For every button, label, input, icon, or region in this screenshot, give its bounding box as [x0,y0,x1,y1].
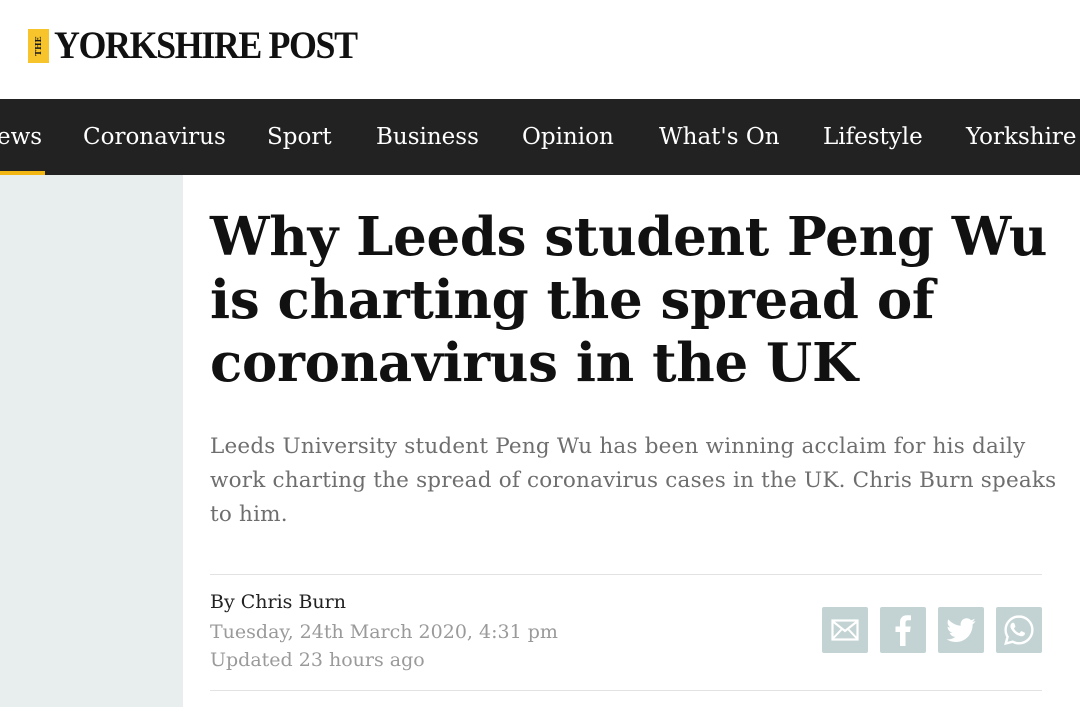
main-nav: ews Coronavirus Sport Business Opinion W… [0,99,1080,175]
nav-item-business[interactable]: Business [376,99,479,175]
logo-the-badge: THE [28,29,49,63]
twitter-icon [946,617,976,642]
email-icon [831,619,859,641]
facebook-icon [895,615,911,646]
article-byline[interactable]: By Chris Burn [210,591,346,613]
share-whatsapp-button[interactable] [996,607,1042,653]
nav-item-whats-on[interactable]: What's On [659,99,780,175]
share-twitter-button[interactable] [938,607,984,653]
site-header: THE YORKSHIRE POST [0,0,1080,99]
logo-wordmark: YORKSHIRE POST [54,24,358,67]
article-date: Tuesday, 24th March 2020, 4:31 pm [210,621,558,643]
divider-top [210,574,1042,575]
nav-item-sport[interactable]: Sport [267,99,332,175]
nav-item-coronavirus[interactable]: Coronavirus [83,99,226,175]
whatsapp-icon [1004,615,1034,646]
nav-item-news[interactable]: ews [0,99,42,175]
article-standfirst: Leeds University student Peng Wu has bee… [210,434,1057,527]
nav-item-yorkshire[interactable]: Yorkshire [966,99,1077,175]
nav-item-lifestyle[interactable]: Lifestyle [823,99,923,175]
site-logo[interactable]: THE YORKSHIRE POST [28,24,383,67]
share-email-button[interactable] [822,607,868,653]
divider-bottom [210,690,1042,691]
share-facebook-button[interactable] [880,607,926,653]
article-headline: Why Leeds student Peng Wu is charting th… [210,206,1048,394]
article-updated: Updated 23 hours ago [210,649,425,671]
nav-item-opinion[interactable]: Opinion [522,99,614,175]
